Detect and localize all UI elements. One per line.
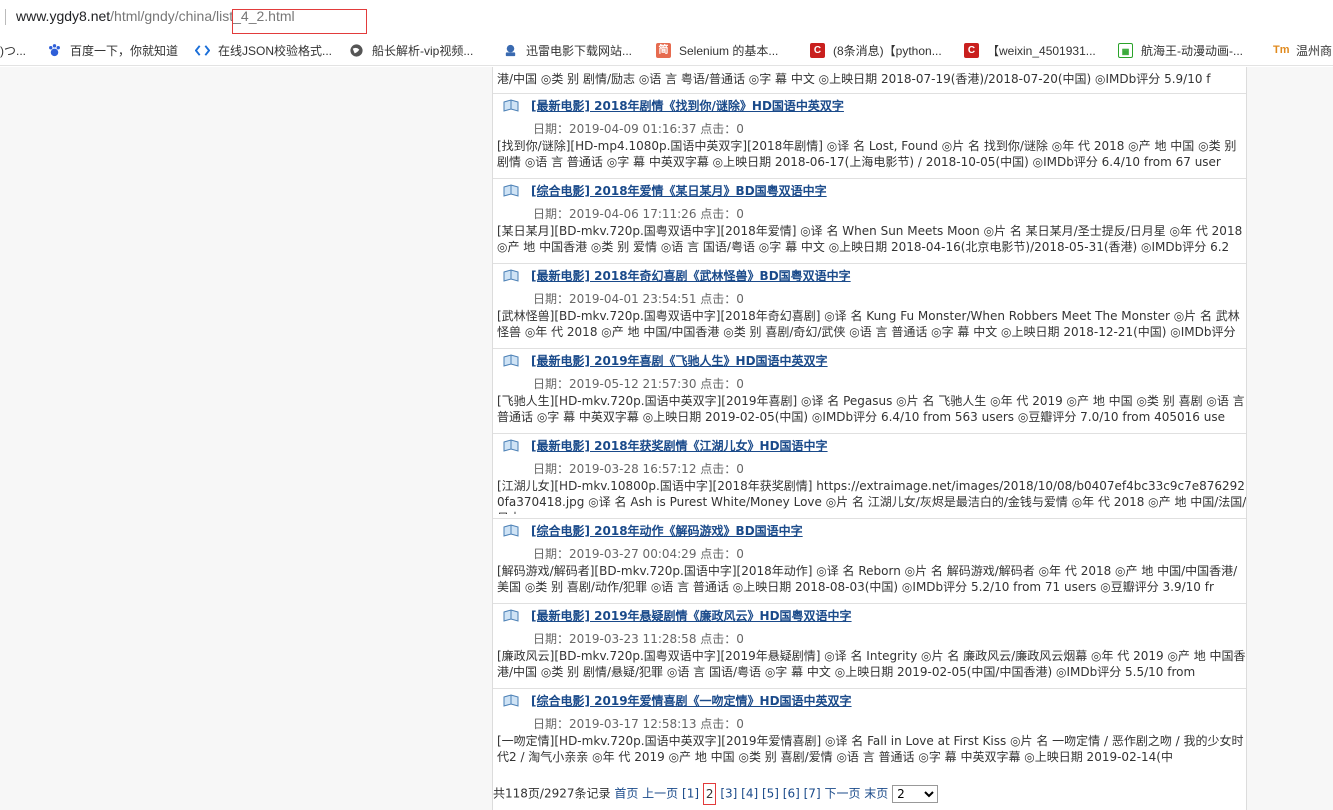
tm-icon: Tm (1273, 43, 1290, 56)
movie-description: [一吻定情][HD-mkv.720p.国语中英双字][2019年爱情喜剧] ◎译… (497, 734, 1244, 764)
page-margin-left (0, 67, 492, 810)
bookmark-csdn-2[interactable]: C 【weixin_4501931... (964, 41, 1096, 59)
previous-item-desc-tail: 港/中国 ◎类 别 剧情/励志 ◎语 言 粤语/普通话 ◎字 幕 中文 ◎上映日… (497, 72, 1211, 86)
bookmark-0[interactable]: )つ... (0, 41, 26, 59)
book-icon (503, 694, 519, 707)
movie-title-link[interactable]: [综合电影] 2018年爱情《某日某月》BD国粤双语中字 (531, 183, 827, 199)
movie-title-link[interactable]: [最新电影] 2019年悬疑剧情《廉政风云》HD国粤双语中字 (531, 608, 852, 624)
bookmark-label: 温州商 (1296, 43, 1333, 58)
list-item: [综合电影] 2018年爱情《某日某月》BD国粤双语中字 日期：2019-04-0… (493, 179, 1246, 264)
bookmark-label: )つ... (0, 43, 26, 58)
bookmark-label: Selenium 的基本... (679, 43, 779, 58)
movie-description: [武林怪兽][BD-mkv.720p.国粤双语中字][2018年奇幻喜剧] ◎译… (497, 309, 1240, 339)
csdn-icon: C (810, 42, 825, 58)
bookmark-hanghaiwang[interactable]: ▦ 航海王-动漫动画-... (1118, 41, 1243, 59)
bookmark-jianshu[interactable]: 简 Selenium 的基本... (656, 41, 778, 59)
pager-summary: 共118页/2927条记录 (493, 786, 611, 801)
movie-meta: 日期：2019-04-09 01:16:37 点击：0 (533, 122, 744, 136)
url-host: www.ygdy8.net (16, 8, 111, 24)
movie-title-link[interactable]: [最新电影] 2019年喜剧《飞驰人生》HD国语中英双字 (531, 353, 828, 369)
list-item: [综合电影] 2019年爱情喜剧《一吻定情》HD国语中英双字 日期：2019-03… (493, 689, 1246, 774)
bookmark-wenzhou[interactable]: Tm 温州商 (1273, 41, 1332, 59)
movie-meta: 日期：2019-04-06 17:11:26 点击：0 (533, 207, 744, 221)
list-item: [最新电影] 2018年获奖剧情《江湖儿女》HD国语中字 日期：2019-03-2… (493, 434, 1247, 519)
page-select[interactable]: 2 (892, 785, 939, 803)
movie-description: [找到你/谜除][HD-mp4.1080p.国语中英双字][2018年剧情] ◎… (497, 139, 1237, 169)
csdn-icon: C (964, 42, 979, 58)
movie-meta: 日期：2019-05-12 21:57:30 点击：0 (533, 377, 744, 391)
pager-current-page: 2 (702, 783, 717, 805)
list-item: [最新电影] 2019年喜剧《飞驰人生》HD国语中英双字 日期：2019-05-1… (493, 349, 1246, 434)
book-icon (503, 269, 519, 282)
pager-page-3[interactable]: [3] (720, 787, 737, 801)
pager-page-4[interactable]: [4] (741, 787, 758, 801)
pager-page-7[interactable]: [7] (804, 787, 821, 801)
bookmark-chuanzhang[interactable]: 船长解析-vip视频... (349, 41, 473, 59)
page-margin-right (1247, 67, 1333, 810)
movie-meta: 日期：2019-03-27 00:04:29 点击：0 (533, 547, 744, 561)
thunder-icon (505, 44, 516, 56)
bookmarks-bar: )つ... 百度一下，你就知道 在线JSON校验格式... 船长解析-vip视频… (0, 34, 1333, 66)
bookmark-baidu[interactable]: 百度一下，你就知道 (47, 41, 178, 59)
bookmark-json[interactable]: 在线JSON校验格式... (195, 41, 332, 59)
pager-prev-link[interactable]: 上一页 (642, 787, 678, 801)
movie-meta: 日期：2019-03-28 16:57:12 点击：0 (533, 462, 744, 476)
globe-icon (350, 43, 363, 57)
list-item: [最新电影] 2019年悬疑剧情《廉政风云》HD国粤双语中字 日期：2019-03… (493, 604, 1246, 689)
bookmark-label: 【weixin_4501931... (987, 43, 1096, 58)
pager-page-6[interactable]: [6] (783, 787, 800, 801)
movie-title-link[interactable]: [最新电影] 2018年剧情《找到你/谜除》HD国语中英双字 (531, 98, 844, 114)
book-icon (503, 184, 519, 197)
pagination: 共118页/2927条记录 首页 上一页 [1] 2 [3] [4] [5] [… (493, 783, 1246, 805)
bookmark-csdn-1[interactable]: C (8条消息)【python... (810, 41, 942, 59)
movie-meta: 日期：2019-03-23 11:28:58 点击：0 (533, 632, 744, 646)
bookmark-label: 航海王-动漫动画-... (1141, 43, 1243, 58)
bookmark-label: (8条消息)【python... (833, 43, 942, 58)
address-separator (5, 9, 6, 25)
bookmark-label: 百度一下，你就知道 (70, 43, 179, 58)
movie-description: [某日某月][BD-mkv.720p.国粤双语中字][2018年爱情] ◎译 名… (497, 224, 1243, 254)
book-icon (503, 354, 519, 367)
bookmark-xunlei[interactable]: 迅雷电影下载网站... (503, 41, 632, 59)
movie-description: [解码游戏/解码者][BD-mkv.720p.国语中字][2018年动作] ◎译… (497, 564, 1238, 594)
movie-title-link[interactable]: [综合电影] 2019年爱情喜剧《一吻定情》HD国语中英双字 (531, 693, 852, 709)
movie-description: [廉政风云][BD-mkv.720p.国粤双语中字][2019年悬疑剧情] ◎译… (497, 649, 1246, 679)
book-icon (503, 439, 519, 452)
list-item: [最新电影] 2018年剧情《找到你/谜除》HD国语中英双字 日期：2019-04… (493, 94, 1246, 179)
bookmark-label: 船长解析-vip视频... (372, 43, 474, 58)
baidu-paw-icon (49, 43, 60, 56)
movie-title-link[interactable]: [最新电影] 2018年奇幻喜剧《武林怪兽》BD国粤双语中字 (531, 268, 851, 284)
json-diamond-icon (195, 44, 210, 56)
list-item: [最新电影] 2018年奇幻喜剧《武林怪兽》BD国粤双语中字 日期：2019-04… (493, 264, 1246, 349)
pager-last-link[interactable]: 末页 (864, 787, 888, 801)
url-highlight-box (232, 9, 367, 34)
movie-list: 港/中国 ◎类 别 剧情/励志 ◎语 言 粤语/普通话 ◎字 幕 中文 ◎上映日… (492, 67, 1247, 810)
bookmark-label: 在线JSON校验格式... (218, 43, 333, 58)
pager-page-5[interactable]: [5] (762, 787, 779, 801)
url-path: /html/gndy/china/ (110, 8, 217, 24)
pager-next-link[interactable]: 下一页 (824, 787, 860, 801)
address-bar[interactable]: www.ygdy8.net/html/gndy/china/list_4_2.h… (0, 0, 1333, 34)
video-icon: ▦ (1118, 42, 1133, 58)
movie-meta: 日期：2019-04-01 23:54:51 点击：0 (533, 292, 744, 306)
jianshu-icon: 简 (656, 42, 671, 58)
movie-description: [江湖儿女][HD-mkv.10800p.国语中字][2018年获奖剧情] ht… (497, 479, 1247, 514)
movie-description: [飞驰人生][HD-mkv.720p.国语中英双字][2019年喜剧] ◎译 名… (497, 394, 1245, 424)
pager-page-1[interactable]: [1] (682, 787, 699, 801)
pager-first-link[interactable]: 首页 (614, 787, 638, 801)
movie-title-link[interactable]: [综合电影] 2018年动作《解码游戏》BD国语中字 (531, 523, 803, 539)
movie-title-link[interactable]: [最新电影] 2018年获奖剧情《江湖儿女》HD国语中字 (531, 438, 828, 454)
list-item: [综合电影] 2018年动作《解码游戏》BD国语中字 日期：2019-03-27 … (493, 519, 1246, 604)
book-icon (503, 524, 519, 537)
movie-meta: 日期：2019-03-17 12:58:13 点击：0 (533, 717, 744, 731)
book-icon (503, 609, 519, 622)
book-icon (503, 99, 519, 112)
bookmark-label: 迅雷电影下载网站... (526, 43, 633, 58)
